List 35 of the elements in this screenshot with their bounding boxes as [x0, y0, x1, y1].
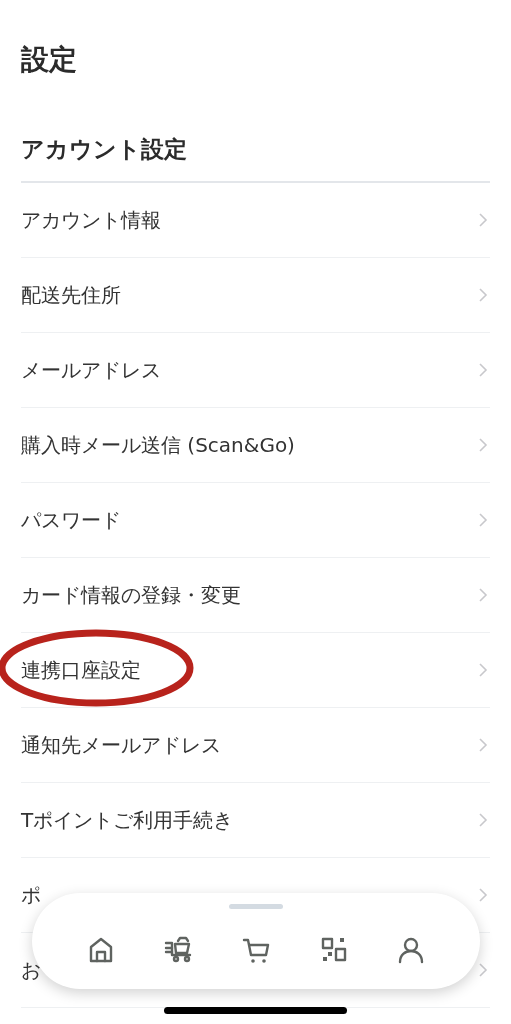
chevron-icon: [478, 962, 488, 978]
row-label: ポ: [21, 882, 41, 909]
row-label: お: [21, 957, 41, 984]
row-label: 購入時メール送信 (Scan&Go): [21, 432, 295, 459]
page-title: 設定: [21, 42, 78, 78]
row-label: Tポイントご利用手続き: [21, 807, 234, 834]
chevron-icon: [478, 437, 488, 453]
settings-row[interactable]: 配送先住所: [21, 258, 490, 333]
settings-row[interactable]: パスワード: [21, 483, 490, 558]
row-label: カード情報の登録・変更: [21, 582, 241, 609]
chevron-icon: [478, 362, 488, 378]
settings-row[interactable]: アカウント情報: [21, 183, 490, 258]
section-heading: アカウント設定: [21, 80, 490, 183]
chevron-icon: [478, 662, 488, 678]
basket-cart-icon: [163, 935, 194, 965]
row-label: メールアドレス: [21, 357, 161, 384]
row-label: パスワード: [21, 507, 121, 534]
chevron-icon: [478, 512, 488, 528]
row-label: 通知先メールアドレス: [21, 732, 221, 759]
chevron-icon: [478, 587, 488, 603]
chevron-icon: [478, 812, 488, 828]
row-label: 配送先住所: [21, 282, 121, 309]
settings-row[interactable]: Tポイントご利用手続き: [21, 783, 490, 858]
chevron-icon: [478, 287, 488, 303]
drag-handle[interactable]: [229, 904, 283, 909]
settings-row[interactable]: 連携口座設定: [21, 633, 490, 708]
settings-row[interactable]: 通知先メールアドレス: [21, 708, 490, 783]
chevron-icon: [478, 887, 488, 903]
settings-row[interactable]: メールアドレス: [21, 333, 490, 408]
chevron-icon: [478, 212, 488, 228]
row-label: 連携口座設定: [21, 655, 141, 685]
settings-row[interactable]: 購入時メール送信 (Scan&Go): [21, 408, 490, 483]
row-label: アカウント情報: [21, 207, 161, 234]
settings-row[interactable]: カード情報の登録・変更: [21, 558, 490, 633]
chevron-icon: [478, 737, 488, 753]
